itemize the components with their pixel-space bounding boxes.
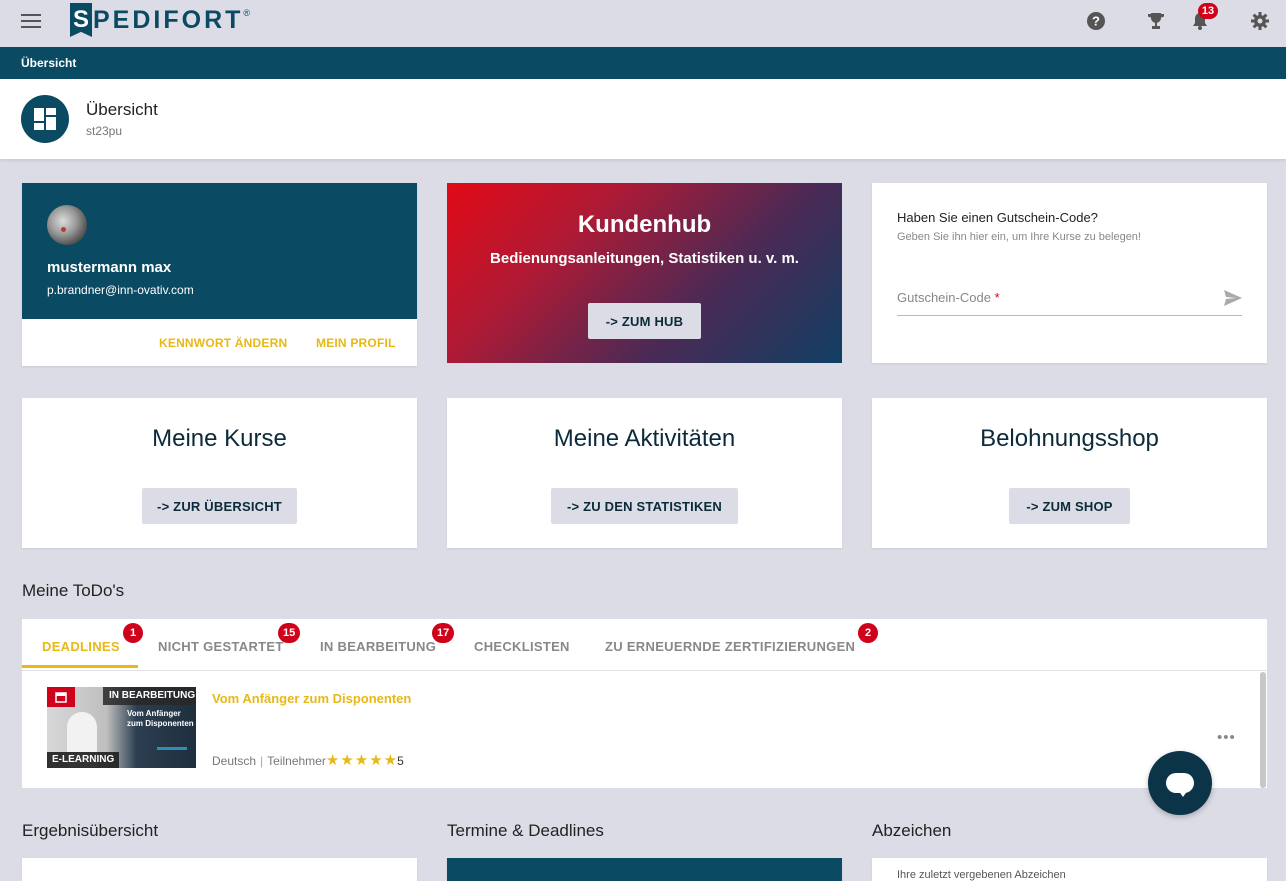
svg-text:?: ? bbox=[1092, 14, 1100, 29]
to-hub-button[interactable]: -> ZUM HUB bbox=[588, 303, 701, 339]
profile-name: mustermann max bbox=[47, 259, 172, 276]
required-mark: * bbox=[994, 290, 1000, 305]
thumbnail-title: Vom Anfänger zum Disponenten bbox=[127, 709, 194, 728]
active-tab-indicator bbox=[22, 665, 138, 668]
avatar[interactable] bbox=[47, 205, 87, 245]
to-statistics-button[interactable]: -> ZU DEN STATISTIKEN bbox=[551, 488, 738, 524]
calendar-icon bbox=[47, 687, 75, 707]
star-icon: ★ bbox=[383, 752, 398, 769]
todos-card: DEADLINES 1 NICHT GESTARTET 15 IN BEARBE… bbox=[22, 619, 1267, 788]
logo-mark: S bbox=[70, 3, 92, 37]
voucher-code-label: Gutschein-Code * bbox=[897, 290, 1000, 305]
change-password-link[interactable]: KENNWORT ÄNDERN bbox=[159, 336, 287, 350]
course-title-link[interactable]: Vom Anfänger zum Disponenten bbox=[212, 691, 411, 706]
notifications-badge: 13 bbox=[1198, 3, 1218, 19]
tab-checklists[interactable]: CHECKLISTEN bbox=[474, 639, 570, 654]
results-overview-card bbox=[22, 858, 417, 881]
my-activities-title: Meine Aktivitäten bbox=[553, 425, 736, 452]
course-language: Deutsch bbox=[212, 754, 257, 768]
todos-scrollbar[interactable] bbox=[1260, 672, 1266, 788]
logo-registered: ® bbox=[243, 8, 251, 18]
tab-deadlines[interactable]: DEADLINES bbox=[42, 639, 120, 654]
star-icon: ★ bbox=[340, 752, 354, 769]
badges-subtitle: Ihre zuletzt vergebenen Abzeichen bbox=[897, 869, 1066, 881]
chat-button[interactable] bbox=[1148, 751, 1212, 815]
badges-title: Abzeichen bbox=[872, 821, 952, 840]
to-overview-button[interactable]: -> ZUR ÜBERSICHT bbox=[142, 488, 297, 524]
course-participants-label: Teilnehmer bbox=[267, 754, 326, 768]
appointments-deadlines-title: Termine & Deadlines bbox=[447, 821, 604, 840]
todos-title: Meine ToDo's bbox=[22, 581, 125, 600]
results-overview-title: Ergebnisübersicht bbox=[22, 821, 159, 840]
page-title: Übersicht bbox=[86, 100, 158, 119]
todos-tabbar: DEADLINES 1 NICHT GESTARTET 15 IN BEARBE… bbox=[22, 619, 1267, 671]
tab-in-progress-badge: 17 bbox=[432, 623, 455, 643]
appointments-deadlines-card bbox=[447, 858, 842, 881]
star-icon: ★ bbox=[369, 752, 383, 769]
tab-deadlines-badge: 1 bbox=[123, 623, 143, 643]
trophy-icon[interactable] bbox=[1146, 11, 1166, 31]
breadcrumb-item[interactable]: Übersicht bbox=[21, 56, 76, 70]
top-bar: S PEDIFORT ® ? 13 bbox=[0, 0, 1286, 47]
star-icon: ★ bbox=[325, 752, 340, 769]
reward-shop-card: Belohnungsshop -> ZUM SHOP bbox=[872, 398, 1267, 548]
dashboard-icon bbox=[21, 95, 69, 143]
course-meta: Deutsch | Teilnehmer ★ ★ ★ ★ ★ 5 bbox=[212, 752, 404, 769]
send-icon[interactable] bbox=[1224, 290, 1242, 306]
voucher-title: Haben Sie einen Gutschein-Code? bbox=[897, 210, 1098, 225]
breadcrumb: Übersicht bbox=[0, 47, 1286, 79]
my-profile-link[interactable]: MEIN PROFIL bbox=[316, 336, 396, 350]
page-subtitle: st23pu bbox=[86, 124, 123, 138]
chat-icon bbox=[1166, 773, 1194, 797]
voucher-code-input[interactable]: Gutschein-Code * bbox=[897, 288, 1242, 316]
my-courses-card: Meine Kurse -> ZUR ÜBERSICHT bbox=[22, 398, 417, 548]
star-icon: ★ bbox=[354, 752, 369, 769]
logo-text: PEDIFORT bbox=[93, 5, 244, 34]
meta-separator: | bbox=[260, 754, 264, 768]
thumbnail-accent-bar bbox=[157, 747, 187, 750]
course-thumbnail[interactable]: IN BEARBEITUNG Vom Anfänger zum Disponen… bbox=[47, 687, 196, 768]
badges-card: Ihre zuletzt vergebenen Abzeichen bbox=[872, 858, 1267, 881]
tab-certifications[interactable]: ZU ERNEUERNDE ZERTIFIZIERUNGEN bbox=[605, 639, 855, 654]
more-options-icon[interactable]: ••• bbox=[1217, 729, 1236, 746]
star-rating: ★ ★ ★ ★ ★ bbox=[325, 752, 398, 769]
course-status-badge: IN BEARBEITUNG bbox=[103, 687, 196, 705]
hub-subtitle: Bedienungsanleitungen, Statistiken u. v.… bbox=[490, 250, 799, 267]
voucher-card: Haben Sie einen Gutschein-Code? Geben Si… bbox=[872, 183, 1267, 363]
reward-shop-title: Belohnungsshop bbox=[980, 425, 1159, 452]
menu-icon[interactable] bbox=[21, 14, 41, 28]
brand-logo[interactable]: S PEDIFORT ® bbox=[70, 2, 250, 38]
profile-card: mustermann max p.brandner@inn-ovativ.com… bbox=[22, 183, 417, 366]
profile-email: p.brandner@inn-ovativ.com bbox=[47, 283, 194, 297]
course-type-label: E-LEARNING bbox=[47, 752, 120, 768]
hub-title: Kundenhub bbox=[577, 211, 712, 238]
gear-icon[interactable] bbox=[1250, 11, 1270, 31]
profile-header: mustermann max p.brandner@inn-ovativ.com bbox=[22, 183, 417, 319]
my-courses-title: Meine Kurse bbox=[152, 425, 287, 452]
rating-value: 5 bbox=[397, 754, 404, 768]
page-header: Übersicht st23pu bbox=[0, 79, 1286, 159]
help-icon[interactable]: ? bbox=[1086, 11, 1106, 31]
my-activities-card: Meine Aktivitäten -> ZU DEN STATISTIKEN bbox=[447, 398, 842, 548]
tab-not-started[interactable]: NICHT GESTARTET bbox=[158, 639, 284, 654]
tab-certifications-badge: 2 bbox=[858, 623, 878, 643]
voucher-subtitle: Geben Sie ihn hier ein, um Ihre Kurse zu… bbox=[897, 231, 1141, 243]
tab-not-started-badge: 15 bbox=[278, 623, 301, 643]
customer-hub-card: Kundenhub Bedienungsanleitungen, Statist… bbox=[447, 183, 842, 363]
tab-in-progress[interactable]: IN BEARBEITUNG bbox=[320, 639, 436, 654]
to-shop-button[interactable]: -> ZUM SHOP bbox=[1009, 488, 1130, 524]
